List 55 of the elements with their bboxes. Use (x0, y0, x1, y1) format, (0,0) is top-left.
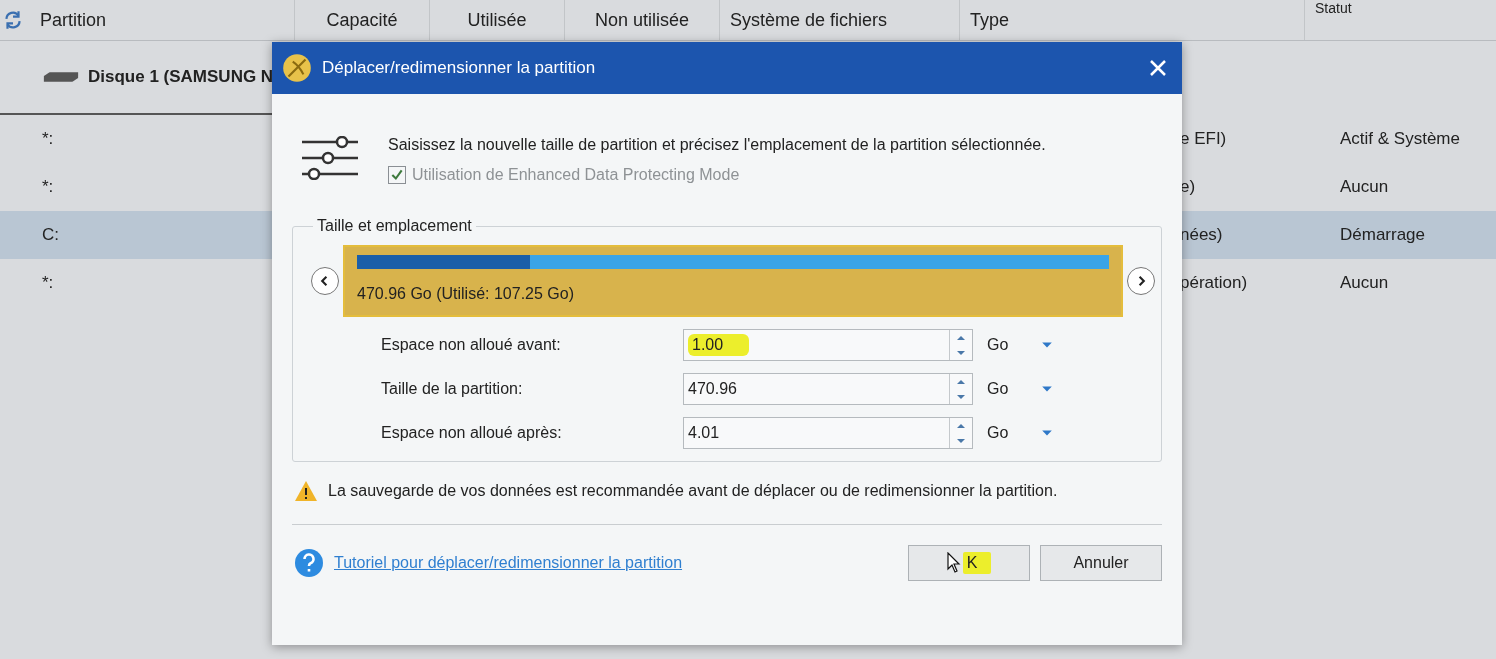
column-header[interactable]: Système de fichiers (730, 9, 888, 31)
column-header[interactable]: Partition (40, 9, 107, 31)
table-cell-text: *: (41, 177, 55, 197)
help-icon[interactable] (294, 548, 324, 578)
dropdown-caret-icon[interactable] (1041, 341, 1053, 349)
column-header[interactable]: Non utilisée (594, 9, 690, 31)
left-arrow-button[interactable] (311, 267, 339, 295)
column-header[interactable]: Capacité (326, 9, 398, 31)
spin-up-icon[interactable] (956, 422, 966, 429)
instruction-text: Saisissez la nouvelle taille de partition et précisez l'emplacement de la partition sélectionnée. (388, 136, 1046, 154)
number-field[interactable]: 470.96 (683, 373, 973, 405)
spin-down-icon[interactable] (956, 349, 966, 356)
number-field[interactable]: 1.00 (683, 329, 973, 361)
warning-icon (294, 480, 318, 502)
table-cell-text: C: (41, 225, 60, 245)
number-field[interactable]: 4.01 (683, 417, 973, 449)
unit-label: Go (987, 380, 1010, 398)
field-value: 470.96 (688, 380, 737, 398)
field-value: 4.01 (688, 424, 720, 442)
field-label: Taille de la partition: (381, 380, 524, 398)
partition-size-label: 470.96 Go (Utilisé: 107.25 Go) (357, 285, 575, 303)
table-cell-text: Démarrage (1340, 225, 1427, 245)
spin-up-icon[interactable] (956, 378, 966, 385)
sliders-icon (300, 136, 360, 180)
unit-label: Go (987, 336, 1010, 354)
column-header[interactable]: Type (970, 9, 1010, 31)
spin-down-icon[interactable] (956, 437, 966, 444)
right-arrow-button[interactable] (1127, 267, 1155, 295)
table-cell-text: pération) (1180, 273, 1249, 293)
app-icon (280, 51, 314, 85)
group-title: Taille et emplacement (313, 217, 476, 235)
dialog-button[interactable]: Annuler (1040, 545, 1162, 581)
partition-block[interactable]: 470.96 Go (Utilisé: 107.25 Go) (343, 245, 1123, 317)
dialog-button[interactable]: K (908, 545, 1030, 581)
table-cell-text: Aucun (1340, 273, 1390, 293)
warning-text: La sauvegarde de vos données est recommandée avant de déplacer ou de redimensionner la partition. (328, 482, 1058, 500)
dropdown-caret-icon[interactable] (1041, 385, 1053, 393)
close-icon[interactable] (1148, 58, 1168, 78)
refresh-icon[interactable] (2, 9, 24, 31)
table-cell-text: Actif & Système (1340, 129, 1461, 149)
disk-label: Disque 1 (SAMSUNG N (88, 67, 274, 87)
unit-label: Go (987, 424, 1010, 442)
field-value: 1.00 (688, 334, 750, 356)
table-cell-text: Aucun (1340, 177, 1390, 197)
dialog-title: Déplacer/redimensionner la partition (322, 58, 597, 78)
dropdown-caret-icon[interactable] (1041, 429, 1053, 437)
checkbox-label: Utilisation de Enhanced Data Protecting Mode (412, 166, 740, 184)
field-label: Espace non alloué après: (381, 424, 563, 442)
spin-up-icon[interactable] (956, 334, 966, 341)
field-label: Espace non alloué avant: (381, 336, 562, 354)
column-header[interactable]: Statut (1315, 0, 1352, 16)
spin-down-icon[interactable] (956, 393, 966, 400)
mouse-cursor-icon (946, 552, 961, 574)
column-header[interactable]: Utilisée (467, 9, 527, 31)
tutorial-link[interactable]: Tutoriel pour déplacer/redimensionner la partition (334, 554, 683, 572)
